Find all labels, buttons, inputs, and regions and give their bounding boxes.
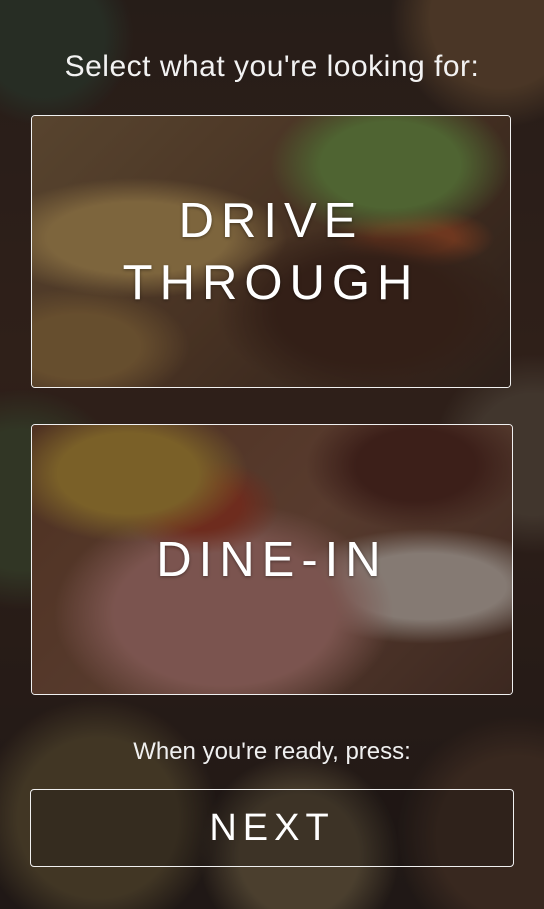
option-label: DINE-IN xyxy=(32,425,512,694)
ready-prompt: When you're ready, press: xyxy=(133,738,411,765)
drive-through-label: DRIVE THROUGH xyxy=(122,193,420,310)
dine-in-label: DINE-IN xyxy=(156,532,388,587)
option-dine-in[interactable]: DINE-IN xyxy=(31,424,513,695)
page-heading: Select what you're looking for: xyxy=(64,50,480,83)
option-drive-through[interactable]: DRIVE THROUGH xyxy=(31,115,511,388)
screen: Select what you're looking for: DRIVE TH… xyxy=(0,0,544,909)
content: Select what you're looking for: DRIVE TH… xyxy=(0,0,544,909)
option-label: DRIVE THROUGH xyxy=(32,116,510,387)
next-button[interactable]: NEXT xyxy=(30,789,514,867)
